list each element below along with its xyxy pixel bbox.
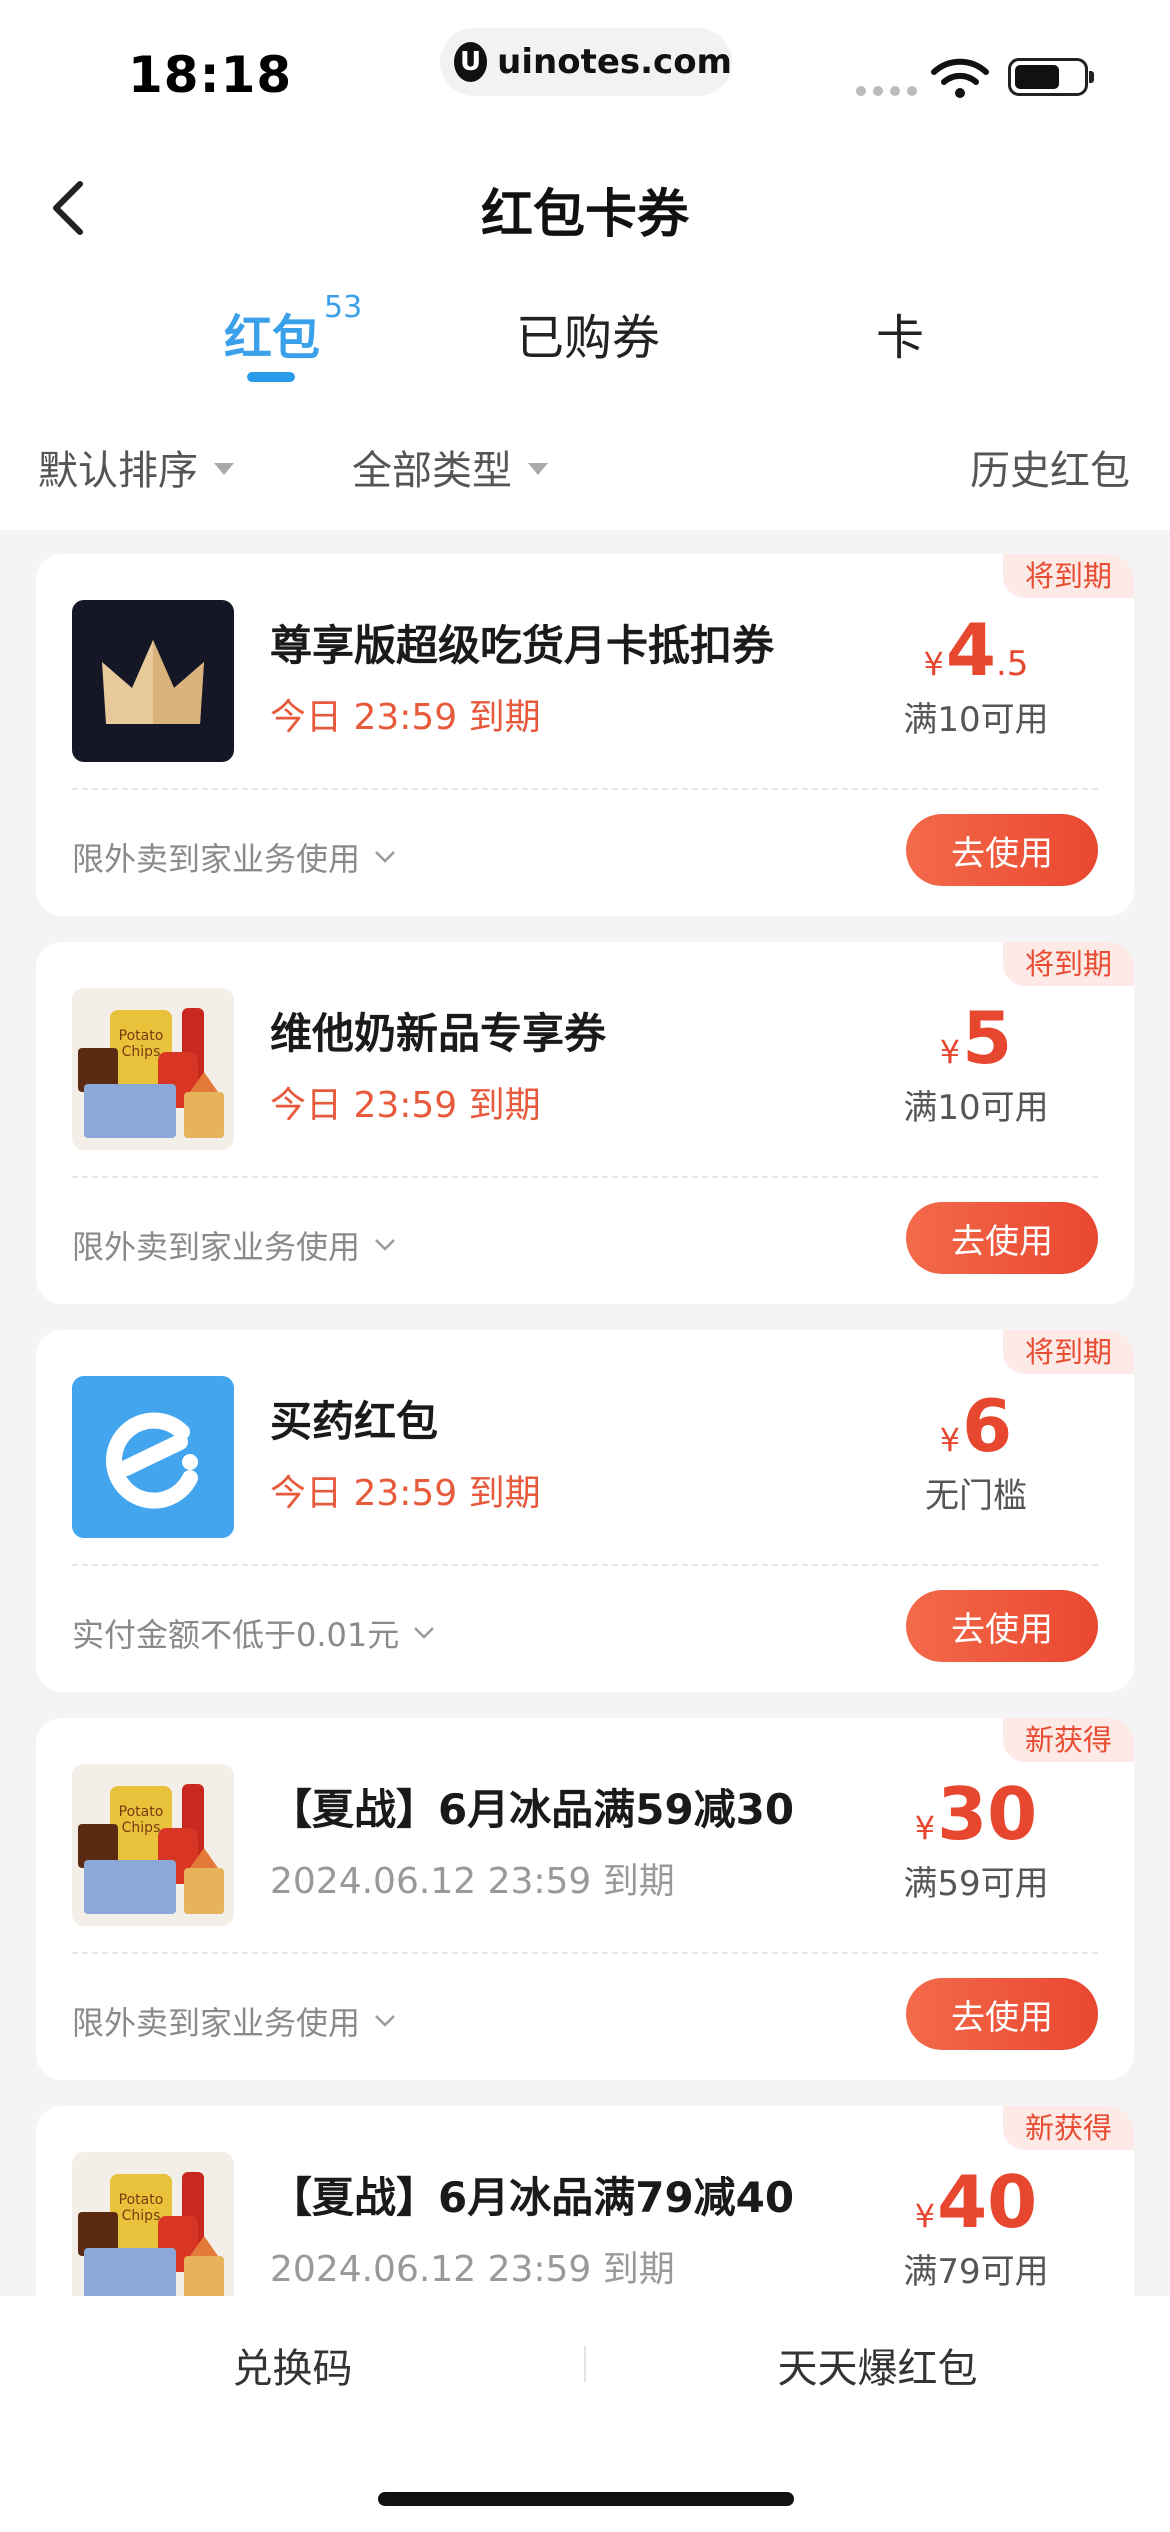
- coupon-card[interactable]: 将到期 买药红包 今日 23:59 到期 ¥6 无门槛 实付金额不低于0.01元…: [36, 1330, 1134, 1692]
- coupon-expiry: 今日 23:59 到期: [270, 697, 541, 738]
- status-badge: 新获得: [1002, 2106, 1134, 2150]
- tab-purchased-coupons[interactable]: 已购券: [516, 298, 660, 368]
- usage-rule-toggle[interactable]: 限外卖到家业务使用: [72, 1998, 396, 2044]
- coupon-condition: 无门槛: [925, 1476, 1027, 1516]
- divider: [72, 788, 1098, 790]
- price-amount: 30: [937, 1772, 1038, 1856]
- coupon-card[interactable]: 新获得 Potato Chips 【夏战】6月冰品满59减30 2024.06.…: [36, 1718, 1134, 2080]
- price-amount: 4: [945, 608, 996, 692]
- url-pill[interactable]: U uinotes.com: [440, 28, 732, 96]
- url-text: uinotes.com: [497, 42, 732, 82]
- site-logo-icon: U: [454, 42, 488, 82]
- page-title: 红包卡券: [480, 185, 689, 245]
- coupon-expiry: 今日 23:59 到期: [270, 1085, 541, 1126]
- tab-hongbao[interactable]: 红包53: [224, 290, 362, 368]
- svg-text:Potato: Potato: [119, 2192, 164, 2208]
- usage-rule-toggle[interactable]: 限外卖到家业务使用: [72, 834, 396, 880]
- svg-text:Potato: Potato: [119, 1028, 164, 1044]
- coupon-name: 买药红包: [270, 1397, 439, 1446]
- coupon-condition: 满10可用: [903, 1088, 1049, 1128]
- usage-rule-toggle[interactable]: 限外卖到家业务使用: [72, 1222, 396, 1268]
- divider: [72, 1564, 1098, 1566]
- status-badge: 将到期: [1002, 942, 1134, 986]
- chevron-down-icon: [375, 2015, 395, 2027]
- currency-symbol: ¥: [914, 2197, 936, 2235]
- daily-hongbao-button[interactable]: 天天爆红包: [585, 2336, 1170, 2394]
- coupon-expiry: 2024.06.12 23:59 到期: [270, 2249, 675, 2290]
- coupon-card[interactable]: 将到期 尊享版超级吃货月卡抵扣券 今日 23:59 到期 ¥4.5 满10可用 …: [36, 554, 1134, 916]
- chevron-down-icon: [414, 1627, 435, 1639]
- divider: [72, 1952, 1098, 1954]
- status-badge: 将到期: [1002, 1330, 1134, 1374]
- coupon-price: ¥30: [866, 1772, 1086, 1856]
- redeem-code-button[interactable]: 兑换码: [0, 2336, 585, 2394]
- battery-icon: [1008, 58, 1094, 96]
- status-badge: 新获得: [1002, 1718, 1134, 1762]
- currency-symbol: ¥: [923, 645, 944, 683]
- usage-rule-text: 实付金额不低于0.01元: [72, 1616, 400, 1654]
- coupon-name: 尊享版超级吃货月卡抵扣券: [270, 621, 775, 670]
- price-amount: 40: [937, 2160, 1038, 2244]
- active-tab-indicator: [247, 372, 295, 382]
- chevron-down-icon: [375, 851, 395, 863]
- bottom-bar: 兑换码 天天爆红包: [0, 2296, 1170, 2532]
- status-badge: 将到期: [1002, 554, 1134, 598]
- use-coupon-button[interactable]: 去使用: [906, 1978, 1098, 2050]
- status-time: 18:18: [128, 46, 293, 104]
- chevron-down-icon: [375, 1239, 395, 1251]
- wifi-icon: [931, 58, 989, 98]
- svg-text:Chips: Chips: [122, 1044, 161, 1060]
- eleme-logo-icon: [72, 1376, 234, 1538]
- use-coupon-button[interactable]: 去使用: [906, 1202, 1098, 1274]
- use-coupon-button[interactable]: 去使用: [906, 1590, 1098, 1662]
- snack-goods-icon: Potato Chips: [72, 2152, 234, 2314]
- coupon-name: 【夏战】6月冰品满59减30: [270, 1785, 795, 1834]
- price-amount: 6: [962, 1384, 1013, 1468]
- price-decimal: .5: [996, 644, 1029, 684]
- usage-rule-text: 限外卖到家业务使用: [72, 840, 361, 878]
- currency-symbol: ¥: [939, 1421, 961, 1459]
- coupon-condition: 满79可用: [903, 2252, 1049, 2292]
- top-panel: 18:18 U uinotes.com 红包卡券 红包53 已购券 卡 默认排序…: [0, 0, 1170, 530]
- currency-symbol: ¥: [914, 1809, 936, 1847]
- home-indicator: [378, 2492, 794, 2506]
- use-coupon-button[interactable]: 去使用: [906, 814, 1098, 886]
- snack-goods-icon: Potato Chips: [72, 988, 234, 1150]
- sort-label: 默认排序: [38, 448, 198, 494]
- coupon-expiry: 2024.06.12 23:59 到期: [270, 1861, 675, 1902]
- coupon-price: ¥4.5: [866, 608, 1086, 692]
- coupon-price: ¥40: [866, 2160, 1086, 2244]
- coupon-condition: 满10可用: [903, 700, 1049, 740]
- coupon-name: 【夏战】6月冰品满79减40: [270, 2173, 795, 2222]
- crown-icon: [72, 600, 234, 762]
- usage-rule-text: 限外卖到家业务使用: [72, 1228, 361, 1266]
- svg-text:Potato: Potato: [119, 1804, 164, 1820]
- tab-cards[interactable]: 卡: [876, 298, 924, 368]
- price-amount: 5: [962, 996, 1013, 1080]
- snack-goods-icon: Potato Chips: [72, 1764, 234, 1926]
- caret-down-icon: [214, 463, 234, 475]
- divider: [72, 1176, 1098, 1178]
- type-label: 全部类型: [352, 448, 512, 494]
- tab-count-badge: 53: [324, 290, 363, 325]
- usage-rule-toggle[interactable]: 实付金额不低于0.01元: [72, 1610, 435, 1656]
- type-dropdown[interactable]: 全部类型: [352, 438, 548, 496]
- tab-label: 红包: [224, 310, 321, 366]
- coupon-condition: 满59可用: [903, 1864, 1049, 1904]
- svg-text:Chips: Chips: [122, 2208, 161, 2224]
- coupon-price: ¥5: [866, 996, 1086, 1080]
- coupon-name: 维他奶新品专享券: [270, 1009, 607, 1058]
- usage-rule-text: 限外卖到家业务使用: [72, 2004, 361, 2042]
- coupon-card[interactable]: 将到期 Potato Chips 维他奶新品专享券 今日 23:59 到期 ¥5…: [36, 942, 1134, 1304]
- coupon-price: ¥6: [866, 1384, 1086, 1468]
- sort-dropdown[interactable]: 默认排序: [38, 438, 234, 496]
- caret-down-icon: [528, 463, 548, 475]
- currency-symbol: ¥: [939, 1033, 961, 1071]
- svg-text:Chips: Chips: [122, 1820, 161, 1836]
- cellular-signal-icon: [856, 86, 917, 96]
- history-link[interactable]: 历史红包: [970, 438, 1130, 496]
- coupon-expiry: 今日 23:59 到期: [270, 1473, 541, 1514]
